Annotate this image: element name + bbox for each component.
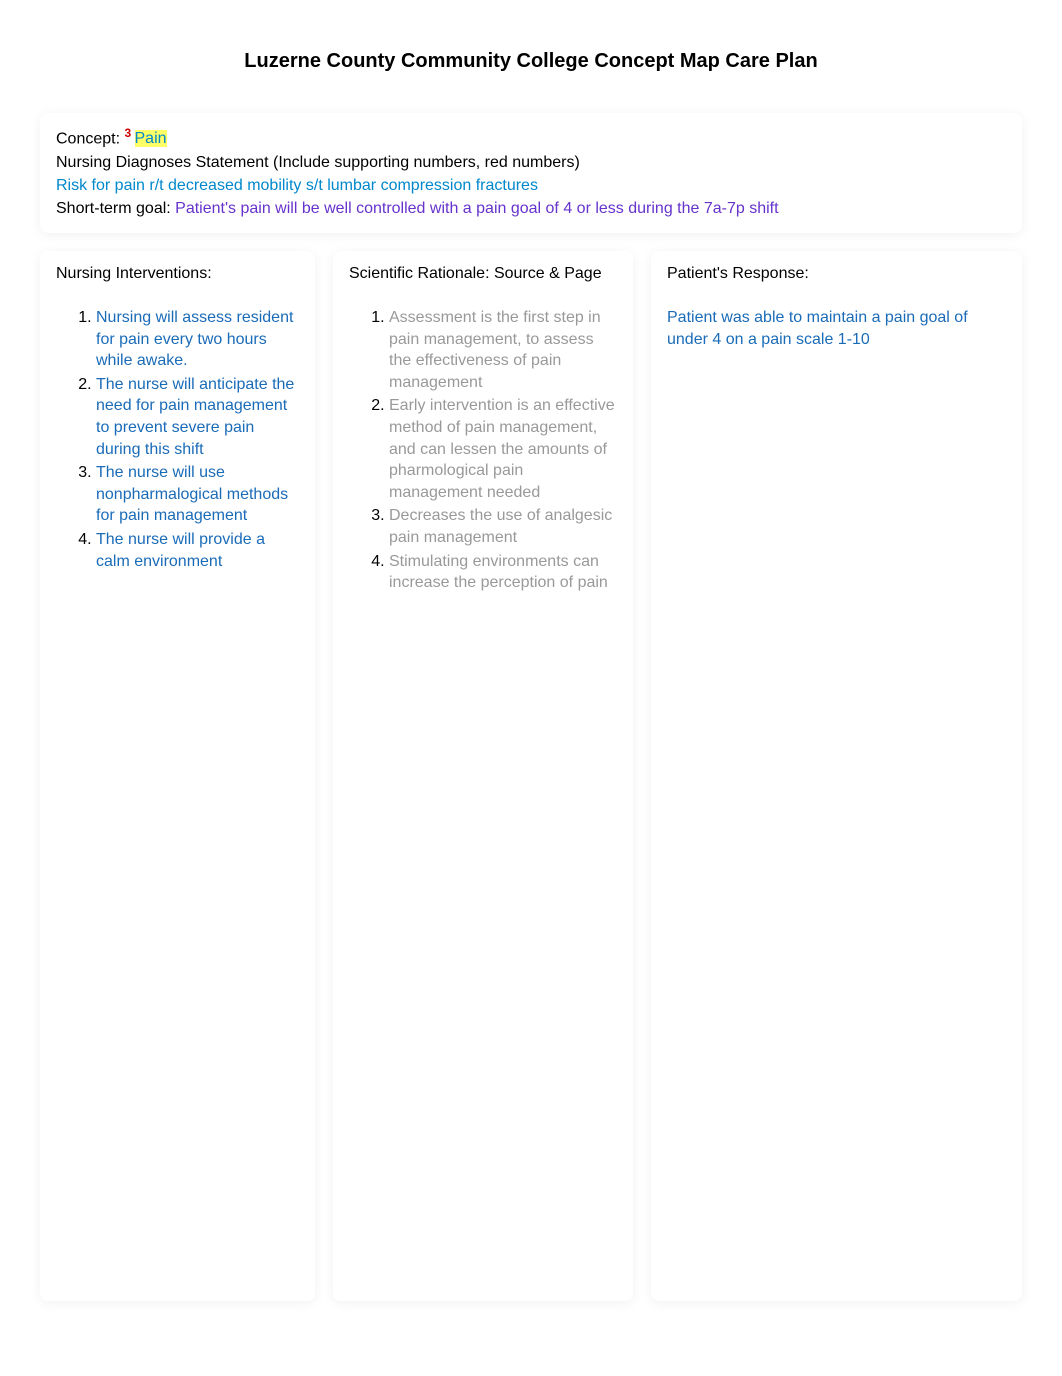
concept-header-card: Concept: 3 Pain Nursing Diagnoses Statem… bbox=[40, 113, 1022, 233]
interventions-heading: Nursing Interventions: bbox=[56, 265, 299, 283]
list-item: The nurse will anticipate the need for p… bbox=[96, 374, 299, 460]
diagnoses-value: Risk for pain r/t decreased mobility s/t… bbox=[56, 174, 1006, 197]
col-response: Patient's Response: Patient was able to … bbox=[651, 251, 1022, 1301]
list-item: Decreases the use of analgesic pain mana… bbox=[389, 505, 617, 548]
concept-number: 3 bbox=[124, 126, 134, 140]
columns-row: Nursing Interventions: Nursing will asse… bbox=[40, 251, 1022, 1301]
goal-label: Short-term goal: bbox=[56, 200, 175, 217]
list-item: The nurse will use nonpharmalogical meth… bbox=[96, 462, 299, 527]
diagnoses-label: Nursing Diagnoses Statement (Include sup… bbox=[56, 151, 1006, 174]
concept-line: Concept: 3 Pain bbox=[56, 125, 1006, 151]
response-text: Patient was able to maintain a pain goal… bbox=[667, 307, 1006, 350]
page-title: Luzerne County Community College Concept… bbox=[40, 50, 1022, 73]
goal-value: Patient's pain will be well controlled w… bbox=[175, 200, 778, 217]
interventions-list: Nursing will assess resident for pain ev… bbox=[56, 307, 299, 572]
rationale-heading: Scientific Rationale: Source & Page bbox=[349, 265, 617, 283]
list-item: The nurse will provide a calm environmen… bbox=[96, 529, 299, 572]
col-interventions: Nursing Interventions: Nursing will asse… bbox=[40, 251, 315, 1301]
col-rationale: Scientific Rationale: Source & Page Asse… bbox=[333, 251, 633, 1301]
response-card: Patient's Response: Patient was able to … bbox=[651, 251, 1022, 1301]
list-item: Stimulating environments can increase th… bbox=[389, 551, 617, 594]
concept-label: Concept: bbox=[56, 130, 124, 147]
response-heading: Patient's Response: bbox=[667, 265, 1006, 283]
rationale-card: Scientific Rationale: Source & Page Asse… bbox=[333, 251, 633, 1301]
list-item: Assessment is the first step in pain man… bbox=[389, 307, 617, 393]
concept-value: Pain bbox=[135, 130, 167, 147]
list-item: Early intervention is an effective metho… bbox=[389, 395, 617, 503]
list-item: Nursing will assess resident for pain ev… bbox=[96, 307, 299, 372]
interventions-card: Nursing Interventions: Nursing will asse… bbox=[40, 251, 315, 1301]
rationale-list: Assessment is the first step in pain man… bbox=[349, 307, 617, 594]
goal-line: Short-term goal: Patient's pain will be … bbox=[56, 197, 1006, 220]
